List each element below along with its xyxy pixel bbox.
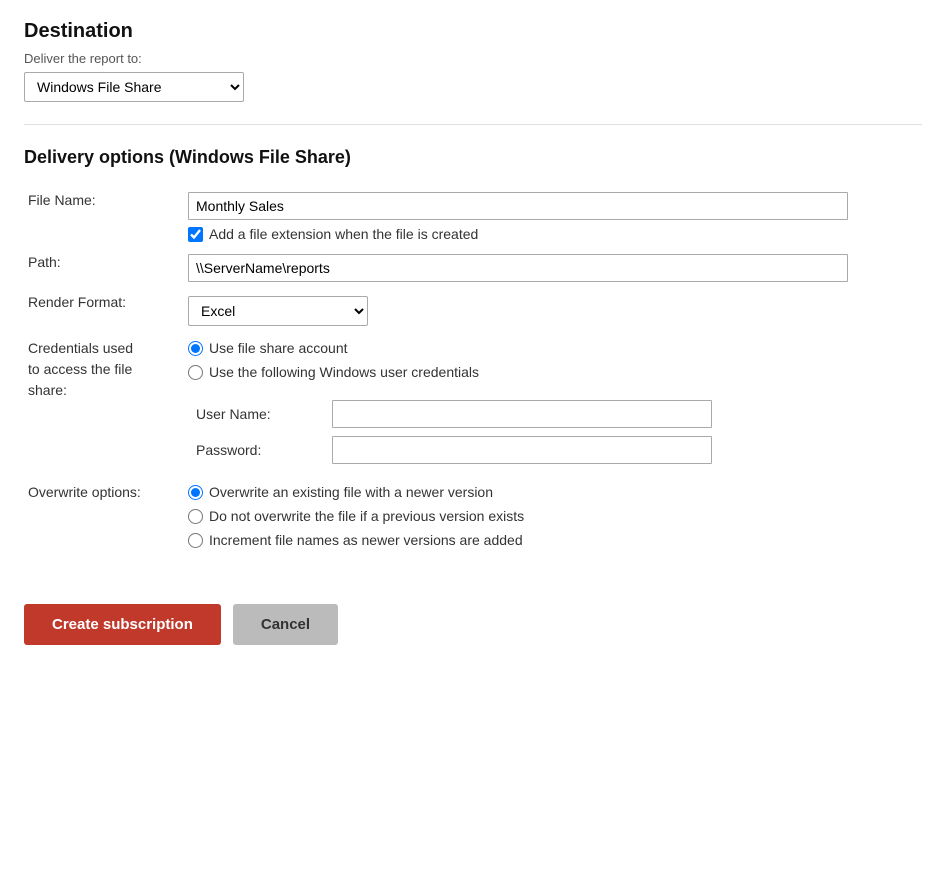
render-format-label: Render Format: <box>28 294 126 310</box>
overwrite-option2-row: Do not overwrite the file if a previous … <box>188 508 918 524</box>
add-extension-label: Add a file extension when the file is cr… <box>209 226 478 242</box>
credentials-radio-group: Use file share account Use the following… <box>188 340 918 468</box>
destination-title: Destination <box>24 20 922 43</box>
delivery-form-table: File Name: Add a file extension when the… <box>24 186 922 554</box>
destination-section: Destination Deliver the report to: Windo… <box>24 20 922 102</box>
overwrite-option2-radio[interactable] <box>188 509 203 524</box>
credentials-sub-form: User Name: Password: <box>188 396 918 468</box>
overwrite-option3-radio[interactable] <box>188 533 203 548</box>
file-name-label: File Name: <box>28 192 96 208</box>
overwrite-label: Overwrite options: <box>28 484 141 500</box>
create-subscription-button[interactable]: Create subscription <box>24 604 221 645</box>
path-row: Path: <box>24 248 922 288</box>
credentials-row: Credentials usedto access the fileshare:… <box>24 332 922 474</box>
overwrite-option1-label: Overwrite an existing file with a newer … <box>209 484 493 500</box>
username-row: User Name: <box>188 396 918 432</box>
file-name-row: File Name: Add a file extension when the… <box>24 186 922 248</box>
render-format-select[interactable]: Excel PDF Word CSV <box>188 296 368 326</box>
overwrite-option1-radio[interactable] <box>188 485 203 500</box>
credentials-label: Credentials usedto access the fileshare: <box>28 340 133 398</box>
footer-section: Create subscription Cancel <box>24 604 922 645</box>
deliver-label: Deliver the report to: <box>24 51 922 66</box>
overwrite-radio-group: Overwrite an existing file with a newer … <box>188 484 918 548</box>
cred-option2-row: Use the following Windows user credentia… <box>188 364 918 380</box>
username-label: User Name: <box>196 406 271 422</box>
overwrite-option3-row: Increment file names as newer versions a… <box>188 532 918 548</box>
overwrite-option2-label: Do not overwrite the file if a previous … <box>209 508 524 524</box>
password-label: Password: <box>196 442 261 458</box>
cancel-button[interactable]: Cancel <box>233 604 338 645</box>
path-label: Path: <box>28 254 61 270</box>
destination-select[interactable]: Windows File Share Email SharePoint <box>24 72 244 102</box>
password-input[interactable] <box>332 436 712 464</box>
cred-option1-label: Use file share account <box>209 340 348 356</box>
delivery-section-title: Delivery options (Windows File Share) <box>24 147 922 168</box>
cred-option2-label: Use the following Windows user credentia… <box>209 364 479 380</box>
delivery-options-section: Delivery options (Windows File Share) Fi… <box>24 147 922 554</box>
render-format-row: Render Format: Excel PDF Word CSV <box>24 288 922 332</box>
file-name-input[interactable] <box>188 192 848 220</box>
overwrite-option1-row: Overwrite an existing file with a newer … <box>188 484 918 500</box>
cred-option1-row: Use file share account <box>188 340 918 356</box>
overwrite-option3-label: Increment file names as newer versions a… <box>209 532 523 548</box>
cred-option2-radio[interactable] <box>188 365 203 380</box>
password-row: Password: <box>188 432 918 468</box>
overwrite-row: Overwrite options: Overwrite an existing… <box>24 474 922 554</box>
section-divider <box>24 124 922 125</box>
cred-option1-radio[interactable] <box>188 341 203 356</box>
add-extension-checkbox[interactable] <box>188 227 203 242</box>
path-input[interactable] <box>188 254 848 282</box>
username-input[interactable] <box>332 400 712 428</box>
